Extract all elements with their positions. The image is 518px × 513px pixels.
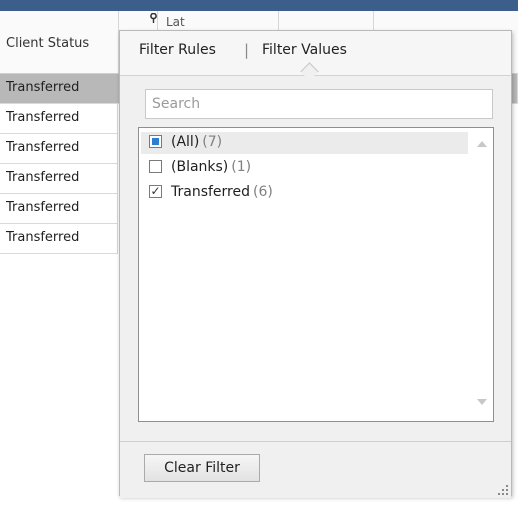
value-label: (All) (171, 134, 200, 150)
table-row[interactable]: Transferred (0, 164, 118, 194)
filter-popup: Filter Rules | Filter Values (All)(7) (B… (119, 30, 512, 498)
tab-filter-values[interactable]: Filter Values (262, 42, 347, 58)
resize-grip-icon[interactable] (498, 485, 508, 495)
checkbox-transferred[interactable]: ✓ (149, 185, 162, 198)
column-header-client-status[interactable]: Client Status (0, 11, 119, 73)
list-item-blanks[interactable]: (Blanks) (1) (141, 157, 468, 179)
checkmark-icon: ✓ (150, 184, 161, 198)
table-row[interactable]: Transferred (0, 134, 118, 164)
scroll-down-arrow-icon[interactable] (477, 399, 487, 405)
value-count: (6) (253, 184, 273, 200)
tab-divider: | (244, 41, 250, 59)
table-row[interactable]: Transferred (0, 104, 118, 134)
clear-filter-button[interactable]: Clear Filter (144, 454, 260, 482)
list-item-transferred[interactable]: ✓ Transferred (6) (141, 182, 468, 204)
cell-client-status: Transferred (6, 200, 80, 215)
tab-filter-rules[interactable]: Filter Rules (139, 42, 216, 58)
cell-client-status: Transferred (6, 230, 80, 245)
table-row[interactable]: Transferred (0, 194, 118, 224)
list-item-all[interactable]: (All) (7) (141, 132, 468, 154)
cell-client-status: Transferred (6, 80, 80, 95)
value-label: Transferred (171, 184, 250, 200)
cell-client-status: Transferred (6, 140, 80, 155)
value-label: (Blanks) (171, 159, 229, 175)
window-title-bar (0, 0, 518, 11)
column-header-label-partial: Lat (166, 15, 185, 29)
cell-client-status: Transferred (6, 110, 80, 125)
filter-values-list: (All) (7) (Blanks) (1) ✓ Transferred (6) (138, 127, 494, 422)
filter-popup-footer: Clear Filter (120, 441, 511, 498)
checkbox-all[interactable] (149, 135, 162, 148)
checkbox-blanks[interactable] (149, 160, 162, 173)
filter-pin-icon[interactable] (150, 13, 157, 23)
column-header-label: Client Status (6, 36, 90, 51)
value-count: (1) (231, 159, 252, 175)
search-input[interactable] (145, 89, 493, 119)
value-count: (7) (202, 134, 223, 150)
cell-client-status: Transferred (6, 170, 80, 185)
scroll-up-arrow-icon[interactable] (477, 141, 487, 147)
table-row[interactable]: Transferred (0, 224, 118, 254)
